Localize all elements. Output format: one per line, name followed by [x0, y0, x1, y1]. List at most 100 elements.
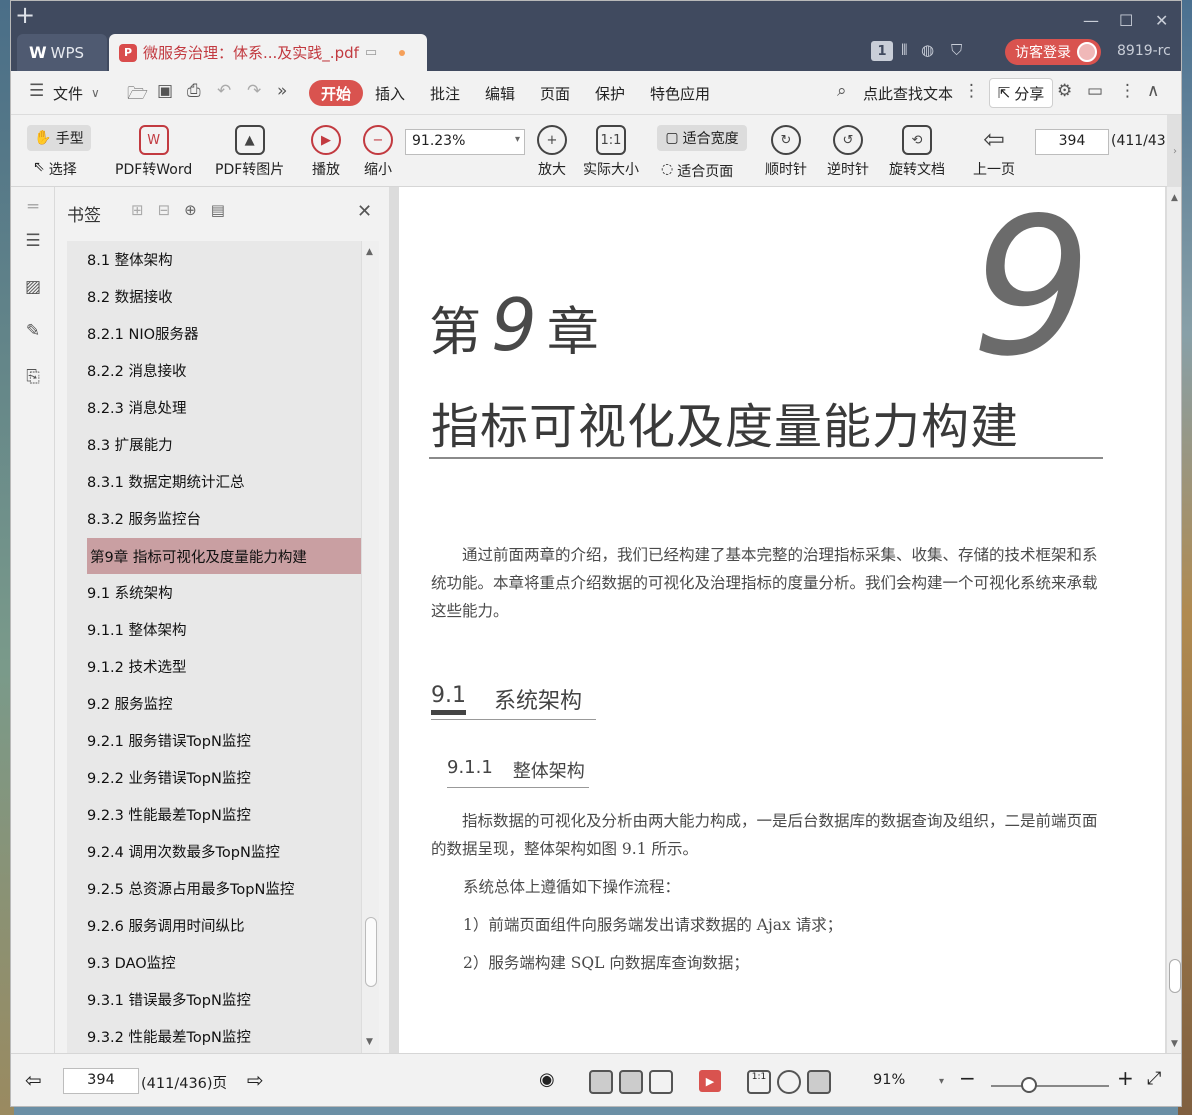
login-button[interactable]: 访客登录	[1005, 39, 1101, 65]
bookmark-item[interactable]: 9.3.1 错误最多TopN监控	[87, 989, 251, 1010]
zoom-select[interactable]: 91.23%	[405, 129, 525, 155]
bookmark-item[interactable]: 9.1.2 技术选型	[87, 656, 187, 677]
bookmark-item[interactable]: 9.1.1 整体架构	[87, 619, 187, 640]
hand-tool-button[interactable]: ✋ 手型	[27, 125, 91, 151]
pdf-to-word-button[interactable]: W PDF转Word	[115, 125, 192, 179]
scroll-down-icon[interactable]: ▼	[366, 1037, 373, 1047]
ribbon-scroll-right[interactable]: ›	[1167, 115, 1181, 187]
doc-scroll-down-icon[interactable]: ▼	[1171, 1039, 1178, 1049]
menu-edit[interactable]: 编辑	[485, 83, 515, 104]
menu-start[interactable]: 开始	[309, 80, 363, 106]
bookmark-item[interactable]: 8.3 扩展能力	[87, 434, 173, 455]
status-next-page-icon[interactable]: ⇨	[247, 1068, 264, 1092]
collapse-all-icon[interactable]: ⊟	[158, 201, 171, 219]
rotate-clockwise-button[interactable]: ↻ 顺时针	[765, 125, 807, 179]
menu-protect[interactable]: 保护	[595, 83, 625, 104]
bookmark-item[interactable]: 9.2 服务监控	[87, 693, 173, 714]
zoom-dropdown-icon[interactable]: ▾	[939, 1076, 944, 1087]
status-fit-width-icon[interactable]	[807, 1070, 831, 1094]
maximize-icon[interactable]: ☐	[1119, 11, 1133, 30]
shirt-icon[interactable]: ⛉	[951, 41, 962, 59]
more-vertical-icon[interactable]: ⋮	[963, 81, 980, 101]
hamburger-menu-icon[interactable]: ☰	[29, 81, 44, 101]
chat-icon[interactable]: ▭	[1087, 81, 1103, 101]
save-icon[interactable]: ▣	[157, 81, 173, 101]
close-window-icon[interactable]: ✕	[1155, 11, 1168, 30]
continuous-view-icon[interactable]	[589, 1070, 613, 1094]
bookmark-item[interactable]: 9.2.1 服务错误TopN监控	[87, 730, 251, 751]
actual-size-button[interactable]: 1:1 实际大小	[583, 125, 639, 179]
fit-width-button[interactable]: ▢ 适合宽度	[657, 125, 747, 151]
doc-scroll-up-icon[interactable]: ▲	[1171, 193, 1178, 203]
scroll-up-icon[interactable]: ▲	[366, 247, 373, 257]
menu-file[interactable]: 文件	[53, 83, 83, 104]
previous-page-button[interactable]: ⇦ 上一页	[973, 125, 1015, 179]
pdf-to-image-button[interactable]: ▲ PDF转图片	[215, 125, 284, 179]
status-zoom-value[interactable]: 91%	[873, 1072, 905, 1088]
zoom-out-button[interactable]: − 缩小	[363, 125, 393, 179]
search-text-button[interactable]: 点此查找文本	[863, 83, 953, 104]
bookmark-scroll-thumb[interactable]	[365, 917, 377, 987]
collapse-ribbon-icon[interactable]: ∧	[1147, 81, 1159, 101]
bookmark-item[interactable]: 9.1 系统架构	[87, 582, 173, 603]
bookmark-item[interactable]: 第9章 指标可视化及度量能力构建	[87, 538, 361, 574]
status-actual-size-icon[interactable]: 1:1	[747, 1070, 771, 1094]
bookmark-item[interactable]: 9.3.2 性能最差TopN监控	[87, 1026, 251, 1047]
open-folder-icon[interactable]: 🗁	[127, 81, 148, 110]
bookmark-item[interactable]: 8.2.2 消息接收	[87, 360, 187, 381]
window-count-badge[interactable]: 1	[871, 41, 893, 61]
bookmark-item[interactable]: 8.3.2 服务监控台	[87, 508, 201, 529]
play-button[interactable]: ▶ 播放	[311, 125, 341, 179]
zoom-slider-track[interactable]	[991, 1085, 1109, 1087]
redo-icon[interactable]: ↷	[247, 81, 261, 101]
new-tab-button[interactable]: +	[11, 1, 39, 29]
fullscreen-icon[interactable]: ⤢	[1147, 1068, 1161, 1089]
status-page-input[interactable]: 394	[63, 1068, 139, 1094]
tab-document[interactable]: P 微服务治理：体系...及实践_.pdf ▭	[109, 34, 427, 71]
bookmark-item[interactable]: 8.2.1 NIO服务器	[87, 323, 199, 344]
menu-insert[interactable]: 插入	[375, 83, 405, 104]
document-scrollbar[interactable]: ▲ ▼	[1167, 187, 1181, 1053]
minimize-icon[interactable]: —	[1083, 11, 1099, 30]
bookmark-list-icon[interactable]: ☰	[22, 231, 44, 253]
bookmark-item[interactable]: 8.1 整体架构	[87, 249, 173, 270]
page-number-input[interactable]: 394	[1035, 129, 1109, 155]
drag-handle-icon[interactable]: ═	[22, 197, 44, 219]
export-image-icon[interactable]: ⎘	[22, 367, 44, 389]
status-zoom-in-icon[interactable]: +	[1117, 1066, 1134, 1090]
tab-wps[interactable]: W WPS	[17, 34, 107, 71]
eye-protection-icon[interactable]: ◉	[539, 1069, 555, 1090]
more-vertical-icon-2[interactable]: ⋮	[1119, 81, 1136, 101]
fit-page-button[interactable]: ◌ 适合页面	[661, 161, 733, 181]
search-icon[interactable]: ⌕	[837, 81, 847, 101]
select-tool-button[interactable]: ⇖ 选择	[33, 159, 77, 179]
settings-gear-icon[interactable]: ⚙	[1057, 81, 1072, 101]
bookmark-item[interactable]: 9.2.4 调用次数最多TopN监控	[87, 841, 280, 862]
bookmark-item[interactable]: 9.2.3 性能最差TopN监控	[87, 804, 251, 825]
zoom-slider-knob[interactable]	[1020, 1077, 1037, 1093]
zoom-in-button[interactable]: + 放大	[537, 125, 567, 179]
bookmark-item[interactable]: 9.2.2 业务错误TopN监控	[87, 767, 251, 788]
bookmark-scrollbar[interactable]: ▲ ▼	[361, 241, 379, 1053]
grid-icon[interactable]: ⦀	[901, 41, 908, 59]
status-play-icon[interactable]: ▶	[699, 1070, 721, 1092]
bookmark-edit-icon[interactable]: ▤	[211, 201, 225, 219]
share-button[interactable]: ⇱ 分享	[989, 78, 1053, 108]
undo-icon[interactable]: ↶	[217, 81, 231, 101]
bookmark-item[interactable]: 8.3.1 数据定期统计汇总	[87, 471, 245, 492]
status-fit-page-icon[interactable]	[777, 1070, 801, 1094]
close-panel-icon[interactable]: ✕	[357, 201, 372, 222]
menu-special[interactable]: 特色应用	[650, 83, 710, 104]
bookmark-item[interactable]: 8.2 数据接收	[87, 286, 173, 307]
status-prev-page-icon[interactable]: ⇦	[25, 1068, 42, 1092]
skin-icon[interactable]: ◍	[921, 41, 934, 59]
add-bookmark-icon[interactable]: ⊕	[184, 201, 197, 219]
chevron-down-icon[interactable]: ∨	[91, 86, 100, 100]
bookmark-item[interactable]: 8.2.3 消息处理	[87, 397, 187, 418]
expand-all-icon[interactable]: ⊞	[131, 201, 144, 219]
bookmark-item[interactable]: 9.2.5 总资源占用最多TopN监控	[87, 878, 294, 899]
document-scroll-thumb[interactable]	[1169, 959, 1181, 993]
print-icon[interactable]: ⎙	[187, 81, 201, 101]
thumbnail-icon[interactable]: ▨	[22, 277, 44, 299]
menu-comment[interactable]: 批注	[430, 83, 460, 104]
